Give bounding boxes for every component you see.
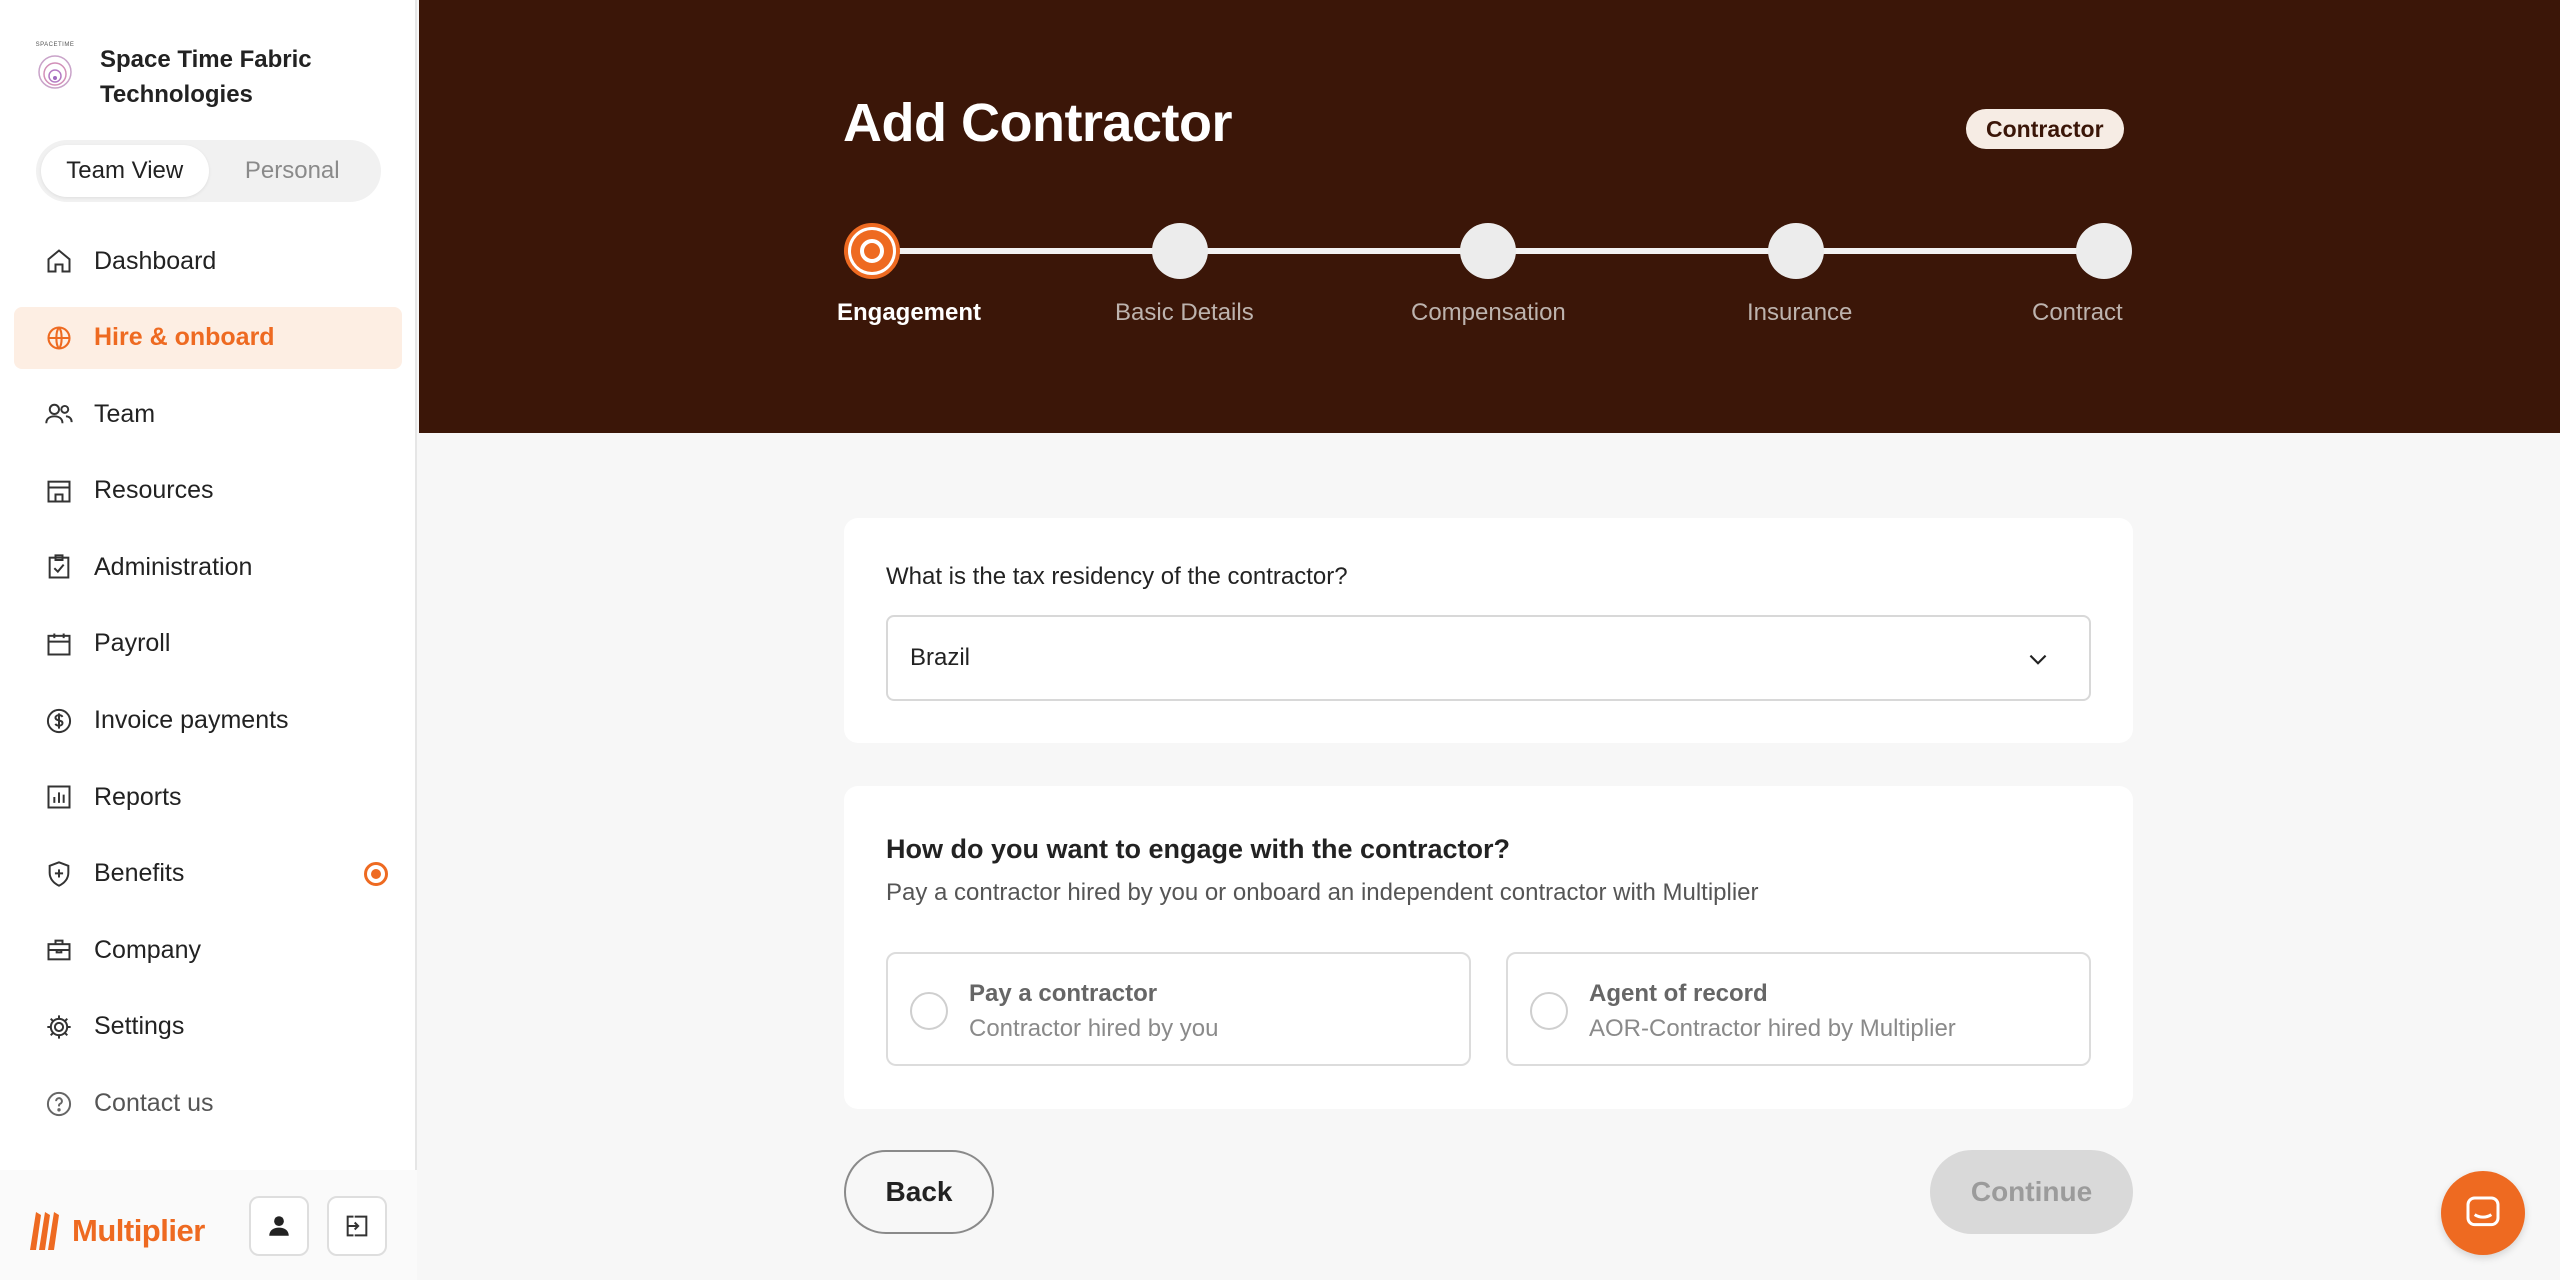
step-label-basic-details: Basic Details (1115, 299, 1254, 326)
sidebar-item-settings[interactable]: Settings (14, 996, 402, 1058)
notification-badge (364, 861, 388, 886)
sidebar-item-reports[interactable]: Reports (14, 766, 402, 828)
tax-residency-value: Brazil (910, 644, 971, 671)
sidebar-item-label: Invoice payments (94, 706, 289, 735)
option-agent-of-record[interactable]: Agent of record AOR-Contractor hired by … (1506, 952, 2091, 1066)
shield-plus-icon (44, 859, 74, 889)
option-subtitle: Contractor hired by you (969, 1015, 1219, 1042)
dollar-circle-icon (44, 706, 74, 736)
calendar-icon (44, 629, 74, 659)
step-label-insurance: Insurance (1747, 299, 1853, 326)
chevron-down-icon (2029, 654, 2047, 665)
sidebar-item-label: Contact us (94, 1089, 214, 1118)
storefront-icon (44, 476, 74, 506)
sidebar-item-label: Settings (94, 1012, 185, 1041)
multiplier-mark-icon (30, 1212, 59, 1250)
chat-support-button[interactable] (2441, 1171, 2525, 1255)
sidebar-item-label: Administration (94, 552, 253, 581)
continue-button[interactable]: Continue (1930, 1150, 2133, 1234)
radio-button[interactable] (910, 992, 948, 1030)
step-label-engagement: Engagement (837, 299, 982, 326)
step-compensation-dot[interactable] (1460, 223, 1516, 279)
multiplier-logo[interactable]: Multiplier (26, 1206, 205, 1256)
sidebar-item-label: Company (94, 935, 201, 964)
step-engagement-dot[interactable] (844, 223, 900, 279)
option-pay-contractor[interactable]: Pay a contractor Contractor hired by you (886, 952, 1471, 1066)
profile-button[interactable] (249, 1196, 309, 1256)
option-subtitle: AOR-Contractor hired by Multiplier (1589, 1015, 1956, 1042)
logout-button[interactable] (327, 1196, 387, 1256)
engagement-subtitle: Pay a contractor hired by you or onboard… (886, 879, 1759, 906)
option-title: Agent of record (1589, 980, 1768, 1007)
engagement-question: How do you want to engage with the contr… (886, 834, 1511, 864)
sidebar-item-invoice-payments[interactable]: Invoice payments (14, 690, 402, 752)
sidebar-footer: Multiplier (0, 1170, 417, 1280)
sidebar-item-contact-us[interactable]: Contact us (14, 1073, 402, 1135)
sidebar-item-company[interactable]: Company (14, 919, 402, 981)
back-button[interactable]: Back (844, 1150, 994, 1234)
chat-icon (2466, 1196, 2500, 1227)
logout-icon (346, 1215, 368, 1237)
sidebar-item-label: Resources (94, 476, 214, 505)
tax-residency-select[interactable]: Brazil (886, 615, 2091, 701)
step-basic-details-dot[interactable] (1152, 223, 1208, 279)
engagement-card: How do you want to engage with the contr… (844, 786, 2133, 1109)
radio-button[interactable] (1530, 992, 1568, 1030)
step-insurance-dot[interactable] (1768, 223, 1824, 279)
tax-residency-card: What is the tax residency of the contrac… (844, 518, 2133, 743)
bar-chart-icon (44, 782, 74, 812)
sidebar-item-payroll[interactable]: Payroll (14, 613, 402, 675)
sidebar-item-administration[interactable]: Administration (14, 536, 402, 598)
gear-icon (44, 1012, 74, 1042)
help-circle-icon (44, 1089, 74, 1119)
clipboard-check-icon (44, 552, 74, 582)
sidebar-item-label: Payroll (94, 629, 171, 658)
step-contract-dot[interactable] (2076, 223, 2132, 279)
sidebar-item-benefits[interactable]: Benefits (14, 843, 402, 905)
sidebar-item-label: Reports (94, 782, 182, 811)
person-icon (269, 1216, 289, 1236)
sidebar-item-resources[interactable]: Resources (14, 460, 402, 522)
sidebar-item-label: Benefits (94, 859, 185, 888)
brand-name: Multiplier (72, 1213, 205, 1248)
progress-stepper: Engagement Basic Details Compensation In… (0, 0, 2560, 433)
option-title: Pay a contractor (969, 980, 1158, 1007)
step-label-compensation: Compensation (1411, 299, 1566, 326)
tax-residency-question: What is the tax residency of the contrac… (886, 563, 1348, 590)
step-label-contract: Contract (2032, 299, 2123, 326)
briefcase-icon (44, 935, 74, 965)
